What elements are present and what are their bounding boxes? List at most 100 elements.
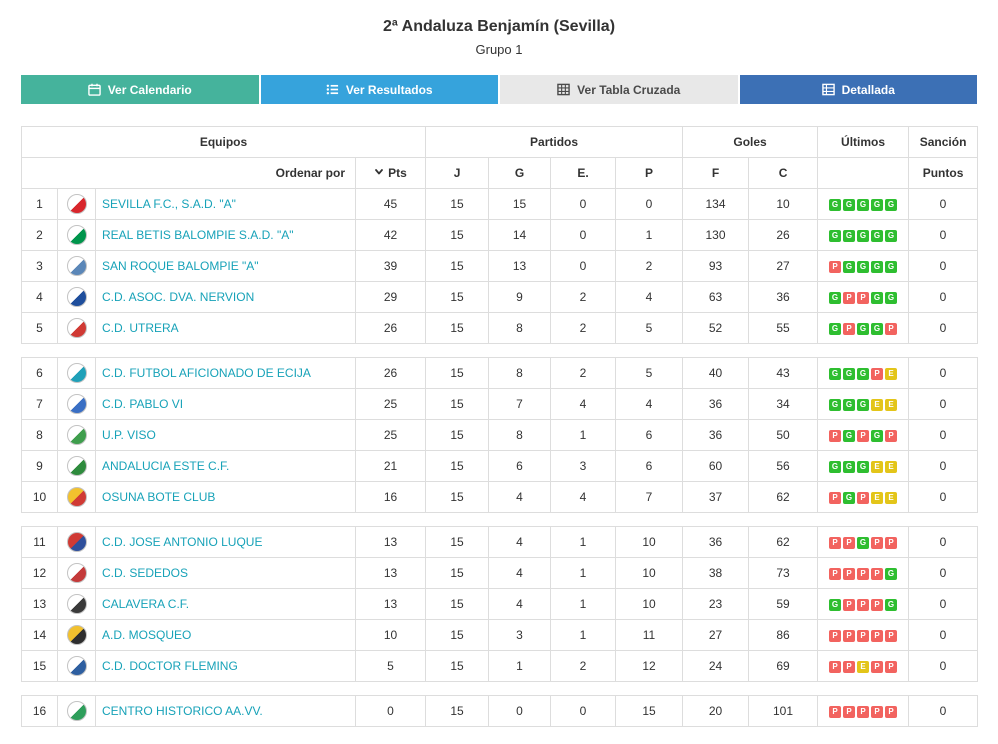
team-link[interactable]: C.D. UTRERA [102,321,179,335]
team-link[interactable]: CALAVERA C.F. [102,597,189,611]
tab-ver-resultados[interactable]: Ver Resultados [260,75,498,104]
played-cell: 15 [425,481,489,513]
team-link[interactable]: REAL BETIS BALOMPIE S.A.D. "A" [102,228,293,242]
crest-cell [57,250,96,282]
last5-badges: PPPPP [829,629,897,642]
team-cell: CALAVERA C.F. [95,588,356,620]
played-header: J [425,157,490,189]
table-row: 6 C.D. FUTBOL AFICIONADO DE ECIJA 26 15 … [21,357,978,389]
lost-cell: 5 [615,357,683,389]
result-badge: P [885,536,897,549]
points-cell: 0 [355,695,426,727]
goals-for-cell: 27 [682,619,749,651]
tab-ver-calendario[interactable]: Ver Calendario [21,75,259,104]
goals-for-cell: 36 [682,526,749,558]
points-cell: 26 [355,357,426,389]
pts-header-label: Pts [388,166,407,181]
played-cell: 15 [425,250,489,282]
result-badge: E [885,460,897,473]
last5-badges: GGGPE [829,367,897,380]
won-cell: 13 [488,250,551,282]
sub-header-row: Ordenar por Pts J G E. P F C Puntos [21,157,979,189]
result-badge: P [843,598,855,611]
team-link[interactable]: CENTRO HISTORICO AA.VV. [102,704,263,718]
last-results-cell: GGGPE [817,357,909,389]
goals-for-cell: 40 [682,357,749,389]
team-link[interactable]: C.D. ASOC. DVA. NERVION [102,290,254,304]
result-badge: E [871,460,883,473]
result-badge: G [843,429,855,442]
result-badge: P [857,491,869,504]
result-badge: P [843,322,855,335]
lost-cell: 10 [615,557,683,589]
position-cell: 11 [21,526,58,558]
team-link[interactable]: SAN ROQUE BALOMPIE "A" [102,259,259,273]
crest-cell [57,388,96,420]
tab-detallada[interactable]: Detallada [739,75,977,104]
drawn-cell: 1 [550,526,616,558]
crest-cell [57,312,96,344]
goals-against-cell: 59 [748,588,818,620]
team-link[interactable]: OSUNA BOTE CLUB [102,490,215,504]
last-results-cell: PPGPP [817,526,909,558]
team-cell: A.D. MOSQUEO [95,619,356,651]
goals-for-cell: 38 [682,557,749,589]
goals-against-header: C [748,157,819,189]
crest-cell [57,188,96,220]
result-badge: P [857,629,869,642]
goals-for-header: F [682,157,750,189]
table-icon [557,83,570,96]
last5-badges: GGGEE [829,460,897,473]
crest-cell [57,526,96,558]
table-row: 2 REAL BETIS BALOMPIE S.A.D. "A" 42 15 1… [21,219,978,251]
result-badge: P [829,705,841,718]
crest-cell [57,619,96,651]
lost-header: P [615,157,684,189]
won-cell: 0 [488,695,551,727]
team-link[interactable]: C.D. JOSE ANTONIO LUQUE [102,535,262,549]
played-cell: 15 [425,526,489,558]
result-badge: G [871,198,883,211]
lost-cell: 2 [615,250,683,282]
team-crest-icon [66,318,87,338]
last-results-cell: GGGGG [817,188,909,220]
team-link[interactable]: A.D. MOSQUEO [102,628,191,642]
sanction-cell: 0 [908,312,978,344]
won-cell: 8 [488,419,551,451]
standings-group: 11 C.D. JOSE ANTONIO LUQUE 13 15 4 1 10 … [21,526,978,682]
result-badge: P [843,705,855,718]
goals-for-cell: 63 [682,281,749,313]
points-cell: 26 [355,312,426,344]
order-by-label: Ordenar por [21,157,356,189]
teams-group-header: Equipos [20,126,427,158]
position-cell: 12 [21,557,58,589]
team-link[interactable]: U.P. VISO [102,428,156,442]
result-badge: P [857,705,869,718]
result-badge: G [843,229,855,242]
team-link[interactable]: ANDALUCIA ESTE C.F. [102,459,229,473]
goals-against-cell: 10 [748,188,818,220]
won-cell: 7 [488,388,551,420]
tab-bar: Ver Calendario Ver Resultados Ver Tabla … [21,75,977,104]
result-badge: G [871,229,883,242]
result-badge: P [857,567,869,580]
team-link[interactable]: C.D. FUTBOL AFICIONADO DE ECIJA [102,366,311,380]
lost-cell: 10 [615,526,683,558]
points-cell: 39 [355,250,426,282]
last-results-cell: PGPEE [817,481,909,513]
won-cell: 9 [488,281,551,313]
result-badge: G [829,598,841,611]
team-link[interactable]: C.D. PABLO VI [102,397,183,411]
team-cell: SAN ROQUE BALOMPIE "A" [95,250,356,282]
won-cell: 4 [488,526,551,558]
sort-pts-header[interactable]: Pts [354,157,427,189]
team-link[interactable]: C.D. DOCTOR FLEMING [102,659,238,673]
last-results-cell: PPPPP [817,619,909,651]
team-link[interactable]: C.D. SEDEDOS [102,566,188,580]
team-link[interactable]: SEVILLA F.C., S.A.D. "A" [102,197,236,211]
result-badge: G [857,460,869,473]
result-badge: E [885,491,897,504]
tab-ver-tabla-cruzada[interactable]: Ver Tabla Cruzada [500,75,738,104]
position-cell: 9 [21,450,58,482]
lost-cell: 4 [615,388,683,420]
